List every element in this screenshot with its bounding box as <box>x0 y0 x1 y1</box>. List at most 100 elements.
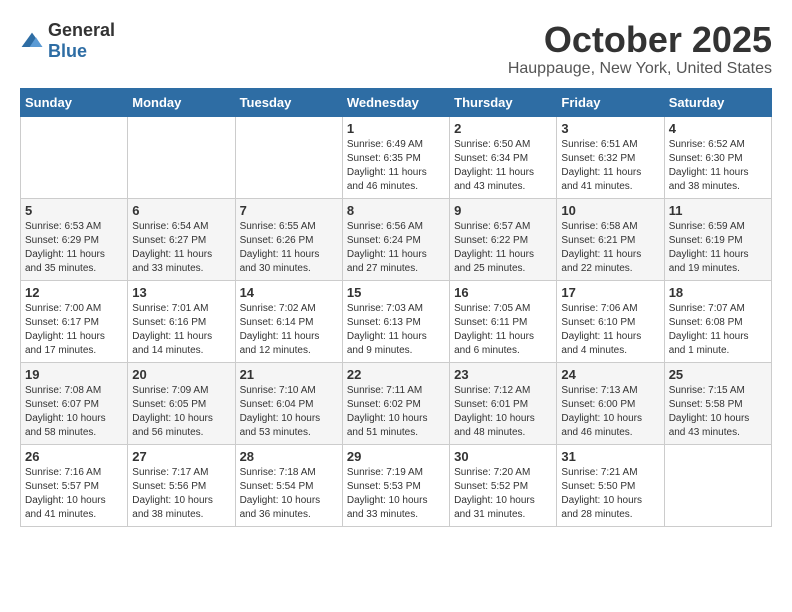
calendar-cell: 13 Sunrise: 7:01 AM Sunset: 6:16 PM Dayli… <box>128 280 235 362</box>
calendar-cell: 18Sunrise: 7:07 AM Sunset: 6:08 PM Dayli… <box>664 280 771 362</box>
calendar-cell <box>21 116 128 198</box>
calendar-cell: 17Sunrise: 7:06 AM Sunset: 6:10 PM Dayli… <box>557 280 664 362</box>
day-info: Sunrise: 7:02 AM Sunset: 6:14 PM Dayligh… <box>240 302 338 358</box>
day-number: 9 <box>454 203 552 218</box>
calendar-cell: 15 Sunrise: 7:03 AM Sunset: 6:13 PM Dayli… <box>342 280 449 362</box>
calendar-cell: 3 Sunrise: 6:51 AM Sunset: 6:32 PM Daylig… <box>557 116 664 198</box>
calendar-week-row: 19 Sunrise: 7:08 AM Sunset: 6:07 PM Dayli… <box>21 362 772 444</box>
weekday-header-sunday: Sunday <box>21 88 128 116</box>
logo-general: General <box>48 20 115 40</box>
day-info: Sunrise: 6:53 AM Sunset: 6:29 PM Dayligh… <box>25 220 123 276</box>
calendar-cell: 24 Sunrise: 7:13 AM Sunset: 6:00 PM Dayli… <box>557 362 664 444</box>
logo-icon <box>20 31 44 51</box>
calendar-cell: 26 Sunrise: 7:16 AM Sunset: 5:57 PM Dayli… <box>21 444 128 526</box>
day-number: 26 <box>25 449 123 464</box>
day-number: 14 <box>240 285 338 300</box>
day-number: 31 <box>561 449 659 464</box>
day-info: Sunrise: 6:56 AM Sunset: 6:24 PM Dayligh… <box>347 220 445 276</box>
calendar-cell: 31 Sunrise: 7:21 AM Sunset: 5:50 PM Dayli… <box>557 444 664 526</box>
day-info: Sunrise: 6:54 AM Sunset: 6:27 PM Dayligh… <box>132 220 230 276</box>
calendar-cell <box>664 444 771 526</box>
day-number: 12 <box>25 285 123 300</box>
calendar-cell: 2 Sunrise: 6:50 AM Sunset: 6:34 PM Daylig… <box>450 116 557 198</box>
day-number: 22 <box>347 367 445 382</box>
day-number: 4 <box>669 121 767 136</box>
calendar-cell: 20Sunrise: 7:09 AM Sunset: 6:05 PM Dayli… <box>128 362 235 444</box>
day-info: Sunrise: 7:18 AM Sunset: 5:54 PM Dayligh… <box>240 466 338 522</box>
calendar-cell <box>235 116 342 198</box>
day-info: Sunrise: 6:52 AM Sunset: 6:30 PM Dayligh… <box>669 138 767 194</box>
day-info: Sunrise: 7:03 AM Sunset: 6:13 PM Dayligh… <box>347 302 445 358</box>
day-number: 5 <box>25 203 123 218</box>
day-number: 16 <box>454 285 552 300</box>
day-info: Sunrise: 7:13 AM Sunset: 6:00 PM Dayligh… <box>561 384 659 440</box>
day-info: Sunrise: 7:12 AM Sunset: 6:01 PM Dayligh… <box>454 384 552 440</box>
title-block: October 2025 Hauppauge, New York, United… <box>508 20 772 78</box>
calendar-cell: 22Sunrise: 7:11 AM Sunset: 6:02 PM Dayli… <box>342 362 449 444</box>
calendar-week-row: 12 Sunrise: 7:00 AM Sunset: 6:17 PM Dayli… <box>21 280 772 362</box>
calendar-cell: 9 Sunrise: 6:57 AM Sunset: 6:22 PM Daylig… <box>450 198 557 280</box>
day-number: 18 <box>669 285 767 300</box>
day-number: 25 <box>669 367 767 382</box>
day-info: Sunrise: 7:08 AM Sunset: 6:07 PM Dayligh… <box>25 384 123 440</box>
day-info: Sunrise: 7:20 AM Sunset: 5:52 PM Dayligh… <box>454 466 552 522</box>
day-number: 29 <box>347 449 445 464</box>
day-number: 2 <box>454 121 552 136</box>
day-number: 7 <box>240 203 338 218</box>
day-info: Sunrise: 7:01 AM Sunset: 6:16 PM Dayligh… <box>132 302 230 358</box>
day-info: Sunrise: 7:21 AM Sunset: 5:50 PM Dayligh… <box>561 466 659 522</box>
calendar-title: October 2025 <box>508 20 772 60</box>
calendar-cell: 5 Sunrise: 6:53 AM Sunset: 6:29 PM Daylig… <box>21 198 128 280</box>
weekday-header-wednesday: Wednesday <box>342 88 449 116</box>
day-info: Sunrise: 7:05 AM Sunset: 6:11 PM Dayligh… <box>454 302 552 358</box>
calendar-cell: 23 Sunrise: 7:12 AM Sunset: 6:01 PM Dayli… <box>450 362 557 444</box>
calendar-cell: 29 Sunrise: 7:19 AM Sunset: 5:53 PM Dayli… <box>342 444 449 526</box>
calendar-cell: 10 Sunrise: 6:58 AM Sunset: 6:21 PM Dayli… <box>557 198 664 280</box>
weekday-header-tuesday: Tuesday <box>235 88 342 116</box>
calendar-cell: 8 Sunrise: 6:56 AM Sunset: 6:24 PM Daylig… <box>342 198 449 280</box>
calendar-cell: 12 Sunrise: 7:00 AM Sunset: 6:17 PM Dayli… <box>21 280 128 362</box>
day-info: Sunrise: 7:10 AM Sunset: 6:04 PM Dayligh… <box>240 384 338 440</box>
weekday-header-thursday: Thursday <box>450 88 557 116</box>
calendar-week-row: 5 Sunrise: 6:53 AM Sunset: 6:29 PM Daylig… <box>21 198 772 280</box>
calendar-cell: 6Sunrise: 6:54 AM Sunset: 6:27 PM Daylig… <box>128 198 235 280</box>
day-info: Sunrise: 6:58 AM Sunset: 6:21 PM Dayligh… <box>561 220 659 276</box>
day-info: Sunrise: 7:16 AM Sunset: 5:57 PM Dayligh… <box>25 466 123 522</box>
day-number: 1 <box>347 121 445 136</box>
day-info: Sunrise: 6:50 AM Sunset: 6:34 PM Dayligh… <box>454 138 552 194</box>
day-info: Sunrise: 6:49 AM Sunset: 6:35 PM Dayligh… <box>347 138 445 194</box>
calendar-cell: 7 Sunrise: 6:55 AM Sunset: 6:26 PM Daylig… <box>235 198 342 280</box>
day-number: 20 <box>132 367 230 382</box>
day-info: Sunrise: 6:59 AM Sunset: 6:19 PM Dayligh… <box>669 220 767 276</box>
calendar-cell: 28Sunrise: 7:18 AM Sunset: 5:54 PM Dayli… <box>235 444 342 526</box>
day-number: 23 <box>454 367 552 382</box>
calendar-week-row: 1 Sunrise: 6:49 AM Sunset: 6:35 PM Daylig… <box>21 116 772 198</box>
day-number: 30 <box>454 449 552 464</box>
day-info: Sunrise: 6:51 AM Sunset: 6:32 PM Dayligh… <box>561 138 659 194</box>
logo: General Blue <box>20 20 115 62</box>
day-number: 24 <box>561 367 659 382</box>
calendar-cell: 11Sunrise: 6:59 AM Sunset: 6:19 PM Dayli… <box>664 198 771 280</box>
calendar-cell: 19 Sunrise: 7:08 AM Sunset: 6:07 PM Dayli… <box>21 362 128 444</box>
calendar-subtitle: Hauppauge, New York, United States <box>508 60 772 78</box>
calendar-cell <box>128 116 235 198</box>
calendar-table: SundayMondayTuesdayWednesdayThursdayFrid… <box>20 88 772 527</box>
day-number: 15 <box>347 285 445 300</box>
day-info: Sunrise: 7:00 AM Sunset: 6:17 PM Dayligh… <box>25 302 123 358</box>
calendar-cell: 4 Sunrise: 6:52 AM Sunset: 6:30 PM Daylig… <box>664 116 771 198</box>
day-info: Sunrise: 7:06 AM Sunset: 6:10 PM Dayligh… <box>561 302 659 358</box>
day-info: Sunrise: 7:19 AM Sunset: 5:53 PM Dayligh… <box>347 466 445 522</box>
logo-blue: Blue <box>48 41 87 61</box>
day-number: 21 <box>240 367 338 382</box>
day-info: Sunrise: 6:57 AM Sunset: 6:22 PM Dayligh… <box>454 220 552 276</box>
day-number: 19 <box>25 367 123 382</box>
calendar-cell: 30 Sunrise: 7:20 AM Sunset: 5:52 PM Dayli… <box>450 444 557 526</box>
day-number: 3 <box>561 121 659 136</box>
day-info: Sunrise: 7:15 AM Sunset: 5:58 PM Dayligh… <box>669 384 767 440</box>
day-number: 13 <box>132 285 230 300</box>
calendar-cell: 27Sunrise: 7:17 AM Sunset: 5:56 PM Dayli… <box>128 444 235 526</box>
day-number: 10 <box>561 203 659 218</box>
calendar-cell: 16 Sunrise: 7:05 AM Sunset: 6:11 PM Dayli… <box>450 280 557 362</box>
day-number: 8 <box>347 203 445 218</box>
day-info: Sunrise: 6:55 AM Sunset: 6:26 PM Dayligh… <box>240 220 338 276</box>
